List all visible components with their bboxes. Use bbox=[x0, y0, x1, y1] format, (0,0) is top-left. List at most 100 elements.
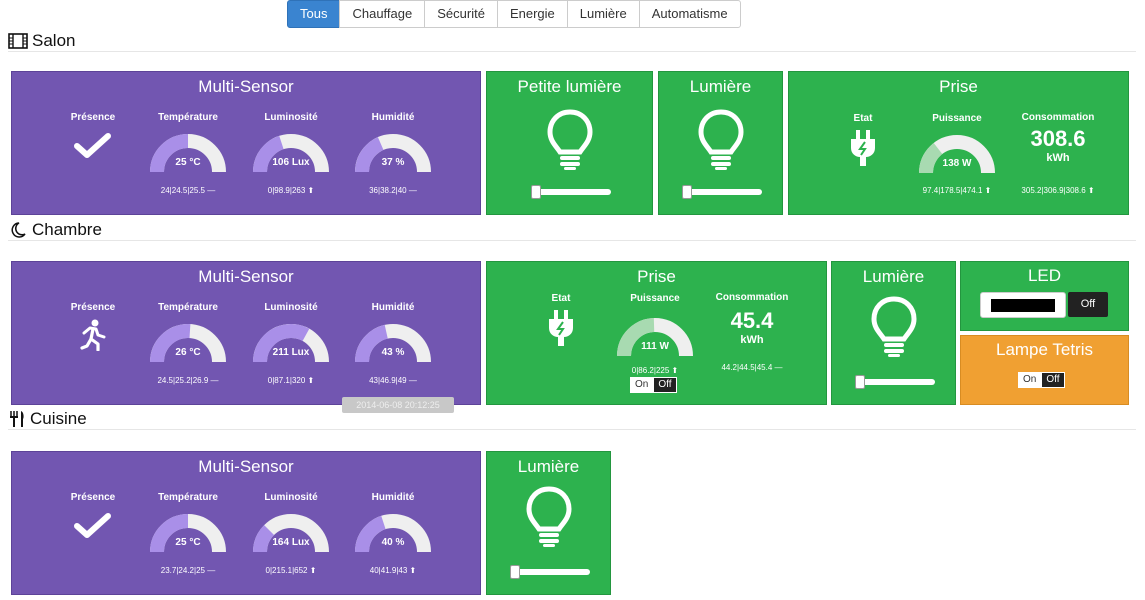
consumption-stats: 305.2|306.9|308.6 ⬆ bbox=[993, 186, 1123, 195]
power-label: Puissance bbox=[615, 293, 695, 304]
slider-handle[interactable] bbox=[855, 375, 865, 389]
consumption-unit: kWh bbox=[1003, 152, 1113, 164]
filter-energie[interactable]: Energie bbox=[497, 0, 568, 28]
power-gauge: 138 W bbox=[917, 133, 997, 175]
consumption-unit: kWh bbox=[697, 334, 807, 346]
plug-tile-salon[interactable]: Prise Etat Puissance 138 W 97.4|178.5|47… bbox=[788, 71, 1129, 215]
tile-title: Lumière bbox=[487, 457, 610, 477]
luminosity-stats: 0|98.9|263 ⬆ bbox=[251, 186, 331, 195]
humidity-gauge: 43 % bbox=[353, 322, 433, 364]
filter-automatisme[interactable]: Automatisme bbox=[639, 0, 741, 28]
presence-label: Présence bbox=[58, 492, 128, 503]
plug-icon bbox=[848, 130, 878, 166]
brightness-slider[interactable] bbox=[535, 189, 611, 195]
color-swatch bbox=[991, 299, 1055, 312]
humidity-stats: 40|41.9|43 ⬆ bbox=[353, 566, 433, 575]
humidity-label: Humidité bbox=[353, 492, 433, 503]
humidity-stats: 36|38.2|40 — bbox=[353, 186, 433, 195]
temperature-gauge: 25 °C bbox=[148, 512, 228, 554]
room-name: Salon bbox=[32, 31, 75, 51]
off-button[interactable]: Off bbox=[1041, 372, 1064, 388]
presence-label: Présence bbox=[58, 302, 128, 313]
tetris-toggle: On Off bbox=[1018, 372, 1065, 388]
light-tile-petite-lumiere[interactable]: Petite lumière bbox=[486, 71, 653, 215]
temperature-label: Température bbox=[148, 112, 228, 123]
multisensor-tile-salon[interactable]: Multi-Sensor Présence Température 25 °C … bbox=[11, 71, 481, 215]
slider-handle[interactable] bbox=[510, 565, 520, 579]
cutlery-icon bbox=[8, 410, 26, 428]
humidity-gauge: 37 % bbox=[353, 132, 433, 174]
tile-title: Lampe Tetris bbox=[961, 340, 1128, 360]
led-off-button[interactable]: Off bbox=[1068, 292, 1108, 317]
luminosity-stats: 0|87.1|320 ⬆ bbox=[251, 376, 331, 385]
plug-icon bbox=[546, 310, 576, 346]
power-label: Puissance bbox=[917, 113, 997, 124]
temperature-stats: 24|24.5|25.5 — bbox=[148, 186, 228, 195]
brightness-slider[interactable] bbox=[686, 189, 762, 195]
on-button[interactable]: On bbox=[630, 377, 653, 393]
filter-securite[interactable]: Sécurité bbox=[424, 0, 498, 28]
state-label: Etat bbox=[843, 113, 883, 124]
filter-lumiere[interactable]: Lumière bbox=[567, 0, 640, 28]
power-gauge: 111 W bbox=[615, 316, 695, 358]
consumption-value: 308.6 bbox=[1003, 126, 1113, 152]
plug-tile-chambre[interactable]: Prise Etat Puissance 111 W 0|86.2|225 ⬆ … bbox=[486, 261, 827, 405]
power-stats: 97.4|178.5|474.1 ⬆ bbox=[907, 186, 1007, 195]
temperature-label: Température bbox=[148, 302, 228, 313]
off-button[interactable]: Off bbox=[653, 377, 676, 393]
temperature-stats: 23.7|24.2|25 — bbox=[148, 566, 228, 575]
check-icon bbox=[73, 511, 113, 541]
film-icon bbox=[8, 33, 28, 49]
tile-title: Multi-Sensor bbox=[12, 457, 480, 477]
tetris-lamp-tile[interactable]: Lampe Tetris On Off bbox=[960, 335, 1129, 405]
luminosity-stats: 0|215.1|652 ⬆ bbox=[251, 566, 331, 575]
temperature-gauge: 25 °C bbox=[148, 132, 228, 174]
humidity-label: Humidité bbox=[353, 112, 433, 123]
lightbulb-icon bbox=[869, 295, 919, 357]
room-header-cuisine: Cuisine bbox=[8, 408, 1136, 430]
lightbulb-icon bbox=[545, 108, 595, 170]
consumption-label: Consommation bbox=[1003, 112, 1113, 123]
luminosity-label: Luminosité bbox=[251, 492, 331, 503]
power-stats: 0|86.2|225 ⬆ bbox=[615, 366, 695, 375]
temperature-stats: 24.5|25.2|26.9 — bbox=[148, 376, 228, 385]
walking-person-icon bbox=[78, 319, 108, 351]
check-icon bbox=[73, 131, 113, 161]
light-tile-lumiere-salon[interactable]: Lumière bbox=[658, 71, 783, 215]
luminosity-gauge: 211 Lux bbox=[251, 322, 331, 364]
tile-title: Prise bbox=[487, 267, 826, 287]
room-name: Cuisine bbox=[30, 409, 87, 429]
moon-icon bbox=[8, 221, 28, 239]
slider-handle[interactable] bbox=[531, 185, 541, 199]
room-header-chambre: Chambre bbox=[8, 219, 1136, 241]
consumption-label: Consommation bbox=[697, 292, 807, 303]
multisensor-tile-chambre[interactable]: Multi-Sensor Présence Température 26 °C … bbox=[11, 261, 481, 405]
on-button[interactable]: On bbox=[1018, 372, 1041, 388]
plug-toggle: On Off bbox=[630, 377, 677, 393]
color-picker[interactable] bbox=[980, 292, 1066, 318]
filter-bar: Tous Chauffage Sécurité Energie Lumière … bbox=[287, 0, 741, 28]
tile-title: Lumière bbox=[659, 77, 782, 97]
filter-tous[interactable]: Tous bbox=[287, 0, 340, 28]
brightness-slider[interactable] bbox=[514, 569, 590, 575]
lightbulb-icon bbox=[696, 108, 746, 170]
temperature-label: Température bbox=[148, 492, 228, 503]
luminosity-gauge: 164 Lux bbox=[251, 512, 331, 554]
room-name: Chambre bbox=[32, 220, 102, 240]
tile-title: LED bbox=[961, 266, 1128, 286]
tile-title: Petite lumière bbox=[487, 77, 652, 97]
light-tile-lumiere-chambre[interactable]: Lumière bbox=[831, 261, 956, 405]
tile-title: Multi-Sensor bbox=[12, 77, 480, 97]
brightness-slider[interactable] bbox=[859, 379, 935, 385]
slider-handle[interactable] bbox=[682, 185, 692, 199]
tile-title: Prise bbox=[789, 77, 1128, 97]
luminosity-label: Luminosité bbox=[251, 302, 331, 313]
consumption-value: 45.4 bbox=[697, 308, 807, 334]
tile-title: Lumière bbox=[832, 267, 955, 287]
multisensor-tile-cuisine[interactable]: Multi-Sensor Présence Température 25 °C … bbox=[11, 451, 481, 595]
light-tile-lumiere-cuisine[interactable]: Lumière bbox=[486, 451, 611, 595]
filter-chauffage[interactable]: Chauffage bbox=[339, 0, 425, 28]
tile-title: Multi-Sensor bbox=[12, 267, 480, 287]
led-tile[interactable]: LED Off bbox=[960, 261, 1129, 331]
lightbulb-icon bbox=[524, 485, 574, 547]
